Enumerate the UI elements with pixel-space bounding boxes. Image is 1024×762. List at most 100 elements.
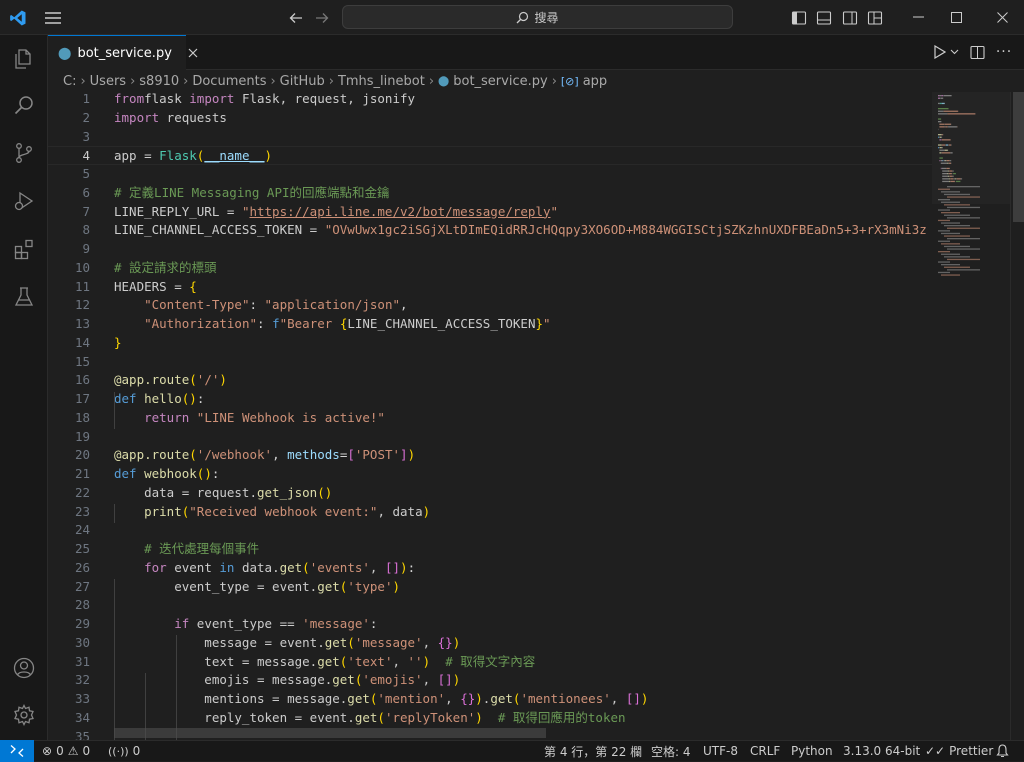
line-code: emojis = message.get('emojis', []) — [114, 671, 460, 690]
minimap-line — [939, 157, 943, 158]
split-editor-icon[interactable] — [966, 41, 988, 63]
code-token: [] — [438, 672, 453, 687]
explorer-icon[interactable] — [0, 35, 48, 83]
code-line[interactable]: 15 — [48, 353, 932, 372]
breadcrumb-item[interactable]: s8910 — [139, 74, 179, 89]
language-mode[interactable]: Python — [791, 741, 833, 761]
maximize-window-icon[interactable] — [934, 0, 978, 34]
back-arrow-icon[interactable] — [284, 6, 308, 30]
code-line[interactable]: 10# 設定請求的標頭 — [48, 259, 932, 278]
code-line[interactable]: 8LINE_CHANNEL_ACCESS_TOKEN = "OVwUwx1gc2… — [48, 221, 932, 240]
code-line[interactable]: 20@app.route('/webhook', methods=['POST'… — [48, 446, 932, 465]
code-line[interactable]: 31 text = message.get('text', '') # 取得文字… — [48, 653, 932, 672]
code-line[interactable]: 2import requests — [48, 109, 932, 128]
code-line[interactable]: 6# 定義LINE Messaging API的回應端點和金鑰 — [48, 184, 932, 203]
minimap-line — [941, 222, 960, 223]
code-line[interactable]: 14} — [48, 334, 932, 353]
minimap-line — [944, 111, 958, 112]
run-and-debug-icon[interactable] — [0, 177, 48, 225]
line-number: 9 — [48, 240, 90, 259]
code-line[interactable]: 11HEADERS = { — [48, 278, 932, 297]
problems-indicator[interactable]: ⊗0 ⚠0 — [42, 741, 90, 761]
customize-layout-icon[interactable] — [863, 6, 887, 30]
code-line[interactable]: 34 reply_token = event.get('replyToken')… — [48, 709, 932, 728]
encoding[interactable]: UTF-8 — [703, 741, 738, 761]
code-line[interactable]: 13 "Authorization": f"Bearer {LINE_CHANN… — [48, 315, 932, 334]
breadcrumb-item[interactable]: C: — [63, 74, 76, 89]
prettier-status[interactable]: ✓✓Prettier — [925, 741, 993, 761]
command-center-search[interactable]: 搜尋 — [342, 5, 733, 29]
breadcrumb-item[interactable]: Documents — [192, 74, 266, 89]
extensions-icon[interactable] — [0, 225, 48, 273]
code-token: [ — [347, 447, 355, 462]
code-line[interactable]: 28 — [48, 596, 932, 615]
vertical-scrollbar[interactable] — [1010, 92, 1024, 740]
minimap-line — [939, 152, 941, 153]
scrollbar-thumb[interactable] — [1013, 92, 1024, 222]
notifications-bell-icon[interactable] — [996, 741, 1009, 761]
code-line[interactable]: 21def webhook(): — [48, 465, 932, 484]
toggle-secondary-sidebar-icon[interactable] — [838, 6, 862, 30]
code-line[interactable]: 29 if event_type == 'message': — [48, 615, 932, 634]
source-control-icon[interactable] — [0, 129, 48, 177]
code-line[interactable]: 16@app.route('/') — [48, 371, 932, 390]
end-of-line[interactable]: CRLF — [750, 741, 780, 761]
horizontal-scrollbar[interactable] — [114, 728, 546, 738]
line-code: "Authorization": f"Bearer {LINE_CHANNEL_… — [114, 315, 551, 334]
toggle-primary-sidebar-icon[interactable] — [787, 6, 811, 30]
search-icon[interactable] — [0, 81, 48, 129]
code-line[interactable]: 33 mentions = message.get('mention', {})… — [48, 690, 932, 709]
breadcrumb-item[interactable]: Tmhs_linebot — [338, 74, 425, 89]
accounts-icon[interactable] — [0, 644, 48, 692]
python-interpreter[interactable]: 3.13.0 64-bit — [843, 741, 920, 761]
run-options-chevron-down-icon[interactable] — [947, 41, 961, 63]
code-line[interactable]: 27 event_type = event.get('type') — [48, 578, 932, 597]
breadcrumb-item[interactable]: Users — [90, 74, 126, 89]
code-line[interactable]: 30 message = event.get('message', {}) — [48, 634, 932, 653]
toggle-panel-icon[interactable] — [812, 6, 836, 30]
more-actions-icon[interactable]: ··· — [993, 41, 1015, 63]
ports-indicator[interactable]: ((·))0 — [108, 741, 140, 761]
code-line[interactable]: 26 for event in data.get('events', []): — [48, 559, 932, 578]
code-line[interactable]: 17def hello(): — [48, 390, 932, 409]
indentation[interactable]: 空格: 4 — [651, 741, 691, 761]
minimap-line — [948, 126, 957, 127]
code-line[interactable]: 3 — [48, 128, 932, 147]
menu-icon[interactable] — [40, 6, 66, 30]
code-line[interactable]: 4app = Flask(__name__) — [48, 146, 932, 165]
cursor-position[interactable]: 第 4 行，第 22 欄 — [544, 741, 642, 761]
close-window-icon[interactable] — [980, 0, 1024, 34]
breadcrumb-item[interactable]: GitHub — [280, 74, 325, 89]
code-editor[interactable]: 1fromflask import Flask, request, jsonif… — [48, 92, 932, 740]
code-line[interactable]: 18 return "LINE Webhook is active!" — [48, 409, 932, 428]
code-token: : — [197, 391, 205, 406]
code-line[interactable]: 19 — [48, 428, 932, 447]
line-number: 21 — [48, 465, 90, 484]
code-line[interactable]: 22 data = request.get_json() — [48, 484, 932, 503]
tab-bot-service-py[interactable]: ⬤ bot_service.py — [48, 35, 186, 70]
code-line[interactable]: 25 # 迭代處理每個事件 — [48, 540, 932, 559]
code-line[interactable]: 9 — [48, 240, 932, 259]
code-token — [114, 616, 174, 631]
code-line[interactable]: 7LINE_REPLY_URL = "https://api.line.me/v… — [48, 203, 932, 222]
code-line[interactable]: 12 "Content-Type": "application/json", — [48, 296, 932, 315]
line-number: 25 — [48, 540, 90, 559]
minimap-line — [947, 217, 980, 218]
broadcast-icon: ((·)) — [108, 745, 129, 758]
code-line[interactable]: 32 emojis = message.get('emojis', []) — [48, 671, 932, 690]
code-line[interactable]: 5 — [48, 165, 932, 184]
manage-gear-icon[interactable] — [0, 691, 48, 739]
testing-flask-icon[interactable] — [0, 273, 48, 321]
minimap-line — [938, 108, 949, 109]
code-line[interactable]: 1fromflask import Flask, request, jsonif… — [48, 92, 932, 109]
remote-window-icon[interactable] — [0, 740, 34, 762]
breadcrumb-file[interactable]: ⬤bot_service.py — [438, 74, 548, 89]
minimap[interactable] — [932, 92, 1010, 740]
code-token: if — [174, 616, 189, 631]
code-line[interactable]: 23 print("Received webhook event:", data… — [48, 503, 932, 522]
close-tab-icon[interactable] — [188, 48, 198, 58]
breadcrumb-symbol[interactable]: [⊘]app — [561, 74, 607, 89]
minimap-line — [949, 170, 952, 171]
code-line[interactable]: 24 — [48, 521, 932, 540]
forward-arrow-icon[interactable] — [310, 6, 334, 30]
